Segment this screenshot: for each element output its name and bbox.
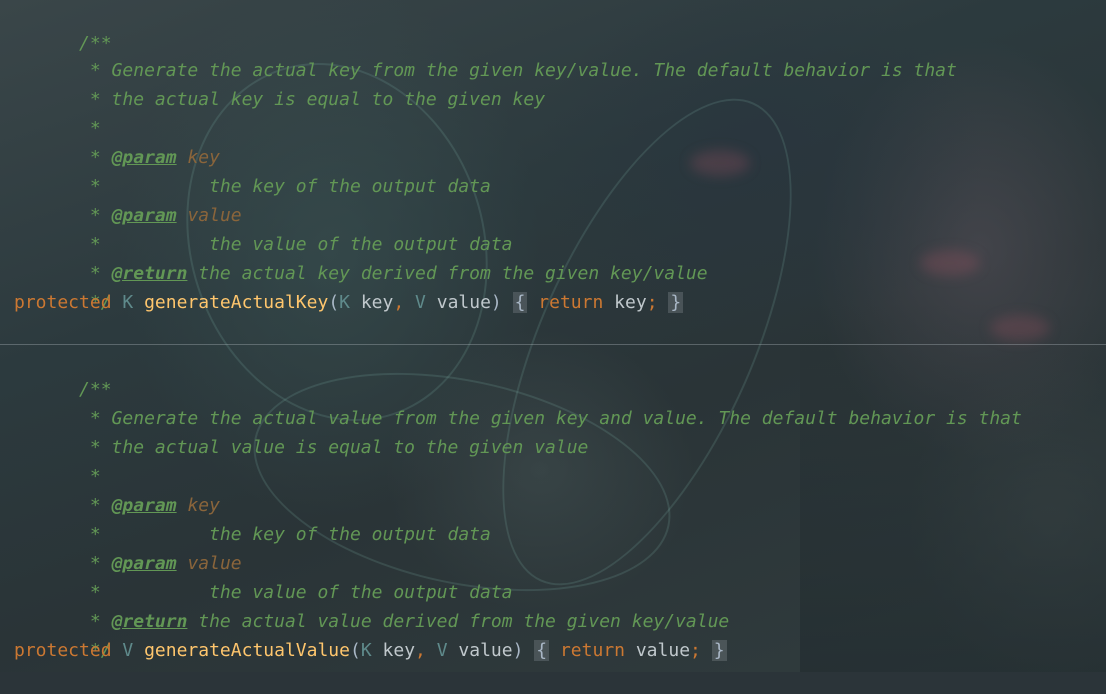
- param-type: V: [436, 640, 448, 661]
- folded-open-brace[interactable]: {: [534, 640, 550, 661]
- comma: ,: [393, 292, 405, 313]
- folded-open-brace[interactable]: {: [512, 292, 528, 313]
- javadoc-param-line[interactable]: * @param key: [14, 462, 220, 516]
- access-modifier: protected: [14, 292, 112, 313]
- javadoc-param-line[interactable]: * @param value: [14, 520, 242, 574]
- param-name: value: [458, 640, 513, 661]
- folded-close-brace[interactable]: }: [711, 640, 727, 661]
- param-name: key: [360, 292, 394, 313]
- open-paren: (: [328, 292, 340, 313]
- return-keyword: return: [559, 640, 625, 661]
- javadoc-description: the actual key is equal to the given key: [100, 89, 546, 110]
- javadoc-return-description: the actual value derived from the given …: [187, 611, 730, 632]
- javadoc-param-desc-line[interactable]: * the value of the output data: [14, 201, 513, 255]
- javadoc-empty-line[interactable]: *: [14, 85, 101, 139]
- method-signature-line[interactable]: protected K generateActualKey(K key, V v…: [14, 288, 684, 317]
- method-name[interactable]: generateActualValue: [144, 640, 350, 661]
- method-separator: [0, 344, 1106, 345]
- javadoc-empty-line[interactable]: *: [14, 433, 101, 487]
- param-type: K: [360, 640, 372, 661]
- javadoc-description-line[interactable]: * Generate the actual value from the giv…: [14, 375, 1022, 429]
- return-type: V: [122, 640, 134, 661]
- folded-close-brace[interactable]: }: [668, 292, 684, 313]
- semicolon: ;: [690, 640, 701, 661]
- javadoc-description-line[interactable]: * Generate the actual key from the given…: [14, 27, 957, 81]
- code-editor[interactable]: /** * Generate the actual key from the g…: [0, 0, 1106, 672]
- method-name[interactable]: generateActualKey: [144, 292, 328, 313]
- javadoc-close-line[interactable]: */: [14, 259, 112, 313]
- comma: ,: [415, 640, 426, 661]
- javadoc-return-line[interactable]: * @return the actual value derived from …: [14, 578, 729, 632]
- javadoc-open-line[interactable]: /**: [14, 0, 112, 54]
- param-name: key: [382, 640, 416, 661]
- javadoc-param-desc-line[interactable]: * the key of the output data: [14, 143, 491, 197]
- javadoc-description: the actual value is equal to the given v…: [100, 437, 589, 458]
- javadoc-description-line[interactable]: * the actual key is equal to the given k…: [14, 56, 545, 110]
- close-paren: ): [490, 292, 502, 313]
- access-modifier: protected: [14, 640, 112, 661]
- param-type: K: [339, 292, 350, 313]
- param-name: value: [436, 292, 491, 313]
- return-value: value: [635, 640, 691, 661]
- javadoc-description-line[interactable]: * the actual value is equal to the given…: [14, 404, 589, 458]
- javadoc-param-line[interactable]: * @param key: [14, 114, 220, 168]
- open-paren: (: [349, 640, 361, 661]
- return-type: K: [122, 292, 134, 313]
- param-type: V: [415, 292, 426, 313]
- return-value: key: [614, 292, 647, 313]
- javadoc-param-desc-line[interactable]: * the value of the output data: [14, 549, 513, 603]
- javadoc-return-description: the actual key derived from the given ke…: [187, 263, 708, 284]
- javadoc-return-tag[interactable]: @return: [112, 611, 188, 632]
- javadoc-param-line[interactable]: * @param value: [14, 172, 242, 226]
- semicolon: ;: [646, 292, 658, 313]
- javadoc-open-line[interactable]: /**: [14, 346, 112, 400]
- javadoc-return-line[interactable]: * @return the actual key derived from th…: [14, 230, 708, 284]
- return-keyword: return: [538, 292, 604, 313]
- javadoc-param-desc-line[interactable]: * the key of the output data: [14, 491, 491, 545]
- javadoc-return-tag[interactable]: @return: [112, 263, 188, 284]
- method-signature-line[interactable]: protected V generateActualValue(K key, V…: [14, 636, 727, 665]
- close-paren: ): [512, 640, 524, 661]
- javadoc-close-line[interactable]: */: [14, 607, 112, 661]
